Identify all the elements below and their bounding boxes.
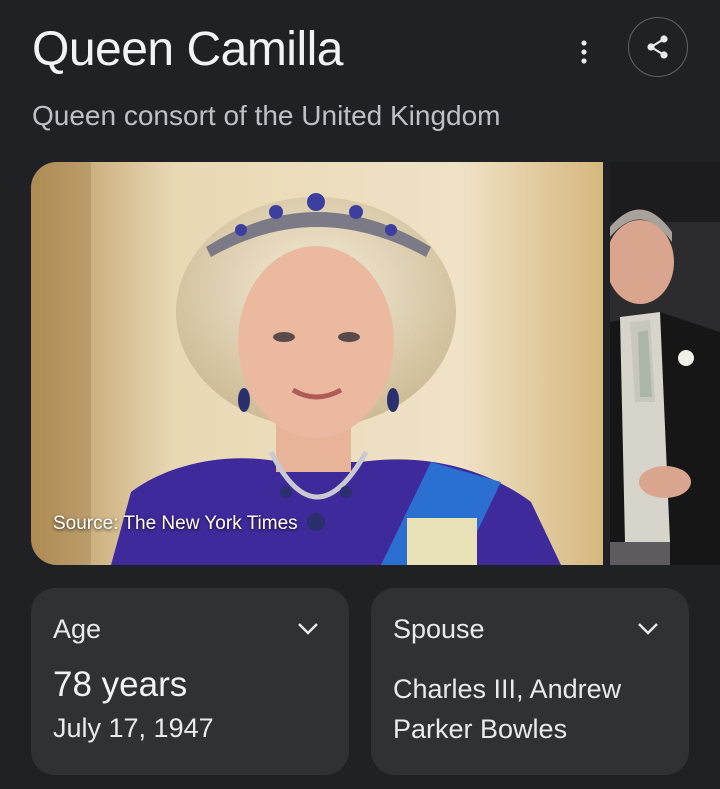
share-icon [647, 35, 668, 59]
secondary-portrait-illustration [610, 162, 720, 565]
more-vert-icon [581, 40, 587, 64]
page-subtitle: Queen consort of the United Kingdom [32, 100, 501, 131]
share-button[interactable] [628, 17, 688, 77]
main-portrait-image[interactable]: Source: The New York Times [31, 162, 603, 565]
page-title: Queen Camilla [32, 23, 343, 76]
image-source-caption: Source: The New York Times [53, 513, 298, 534]
chevron-down-icon [298, 623, 318, 635]
spouse-value: Charles III, Andrew Parker Bowles [393, 674, 622, 744]
age-card[interactable]: Age 78 years July 17, 1947 [31, 588, 349, 775]
more-options-button[interactable] [566, 36, 602, 68]
spouse-label: Spouse [393, 614, 485, 644]
chevron-down-icon [638, 623, 658, 635]
birth-date: July 17, 1947 [53, 713, 214, 743]
age-label: Age [53, 614, 102, 644]
spouse-card[interactable]: Spouse Charles III, Andrew Parker Bowles [371, 588, 689, 775]
portrait-illustration [31, 162, 603, 565]
age-value: 78 years [53, 665, 188, 704]
secondary-image[interactable] [610, 162, 720, 565]
